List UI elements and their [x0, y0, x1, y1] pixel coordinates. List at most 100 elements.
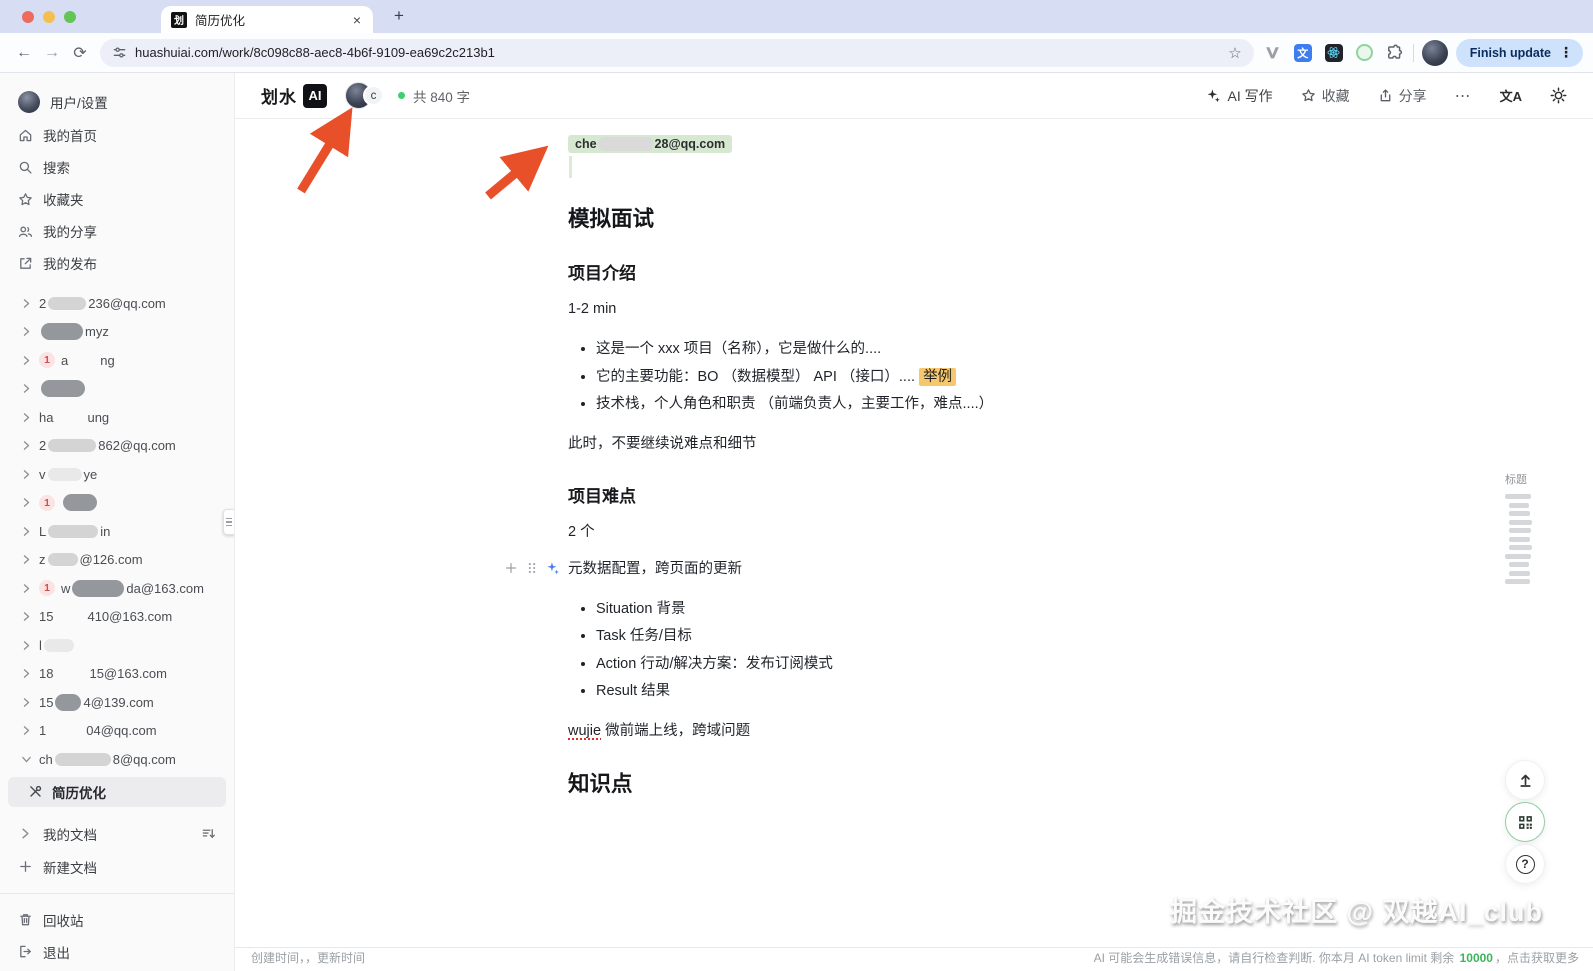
outline-bar[interactable] [1505, 494, 1531, 499]
doc-list-item[interactable]: l [0, 631, 234, 660]
back-icon[interactable]: ← [10, 39, 38, 67]
outline-bar[interactable] [1505, 579, 1530, 584]
translate-extension-icon[interactable]: 文 [1293, 43, 1312, 62]
finish-update-button[interactable]: Finish update ⋮ [1455, 38, 1583, 67]
doc-list-item[interactable]: Lin [0, 517, 234, 546]
doc-list-item[interactable]: ch 8@qq.com [0, 745, 234, 774]
close-window-button[interactable] [22, 11, 34, 23]
outline-bar[interactable] [1509, 511, 1530, 516]
minimize-window-button[interactable] [43, 11, 55, 23]
app-frame: 用户/设置 我的首页 搜索 收藏夹 我的分享 我的发布 2 236@qq.com myz 1 a… [0, 73, 1593, 971]
favorite-button[interactable]: 收藏 [1301, 86, 1350, 106]
toolbar-separator [1412, 43, 1414, 62]
outline-bar[interactable] [1509, 570, 1530, 576]
doc-list-item[interactable]: 1 a ng [0, 346, 234, 375]
new-tab-button[interactable]: + [387, 4, 411, 28]
doc-list-item[interactable]: myz [0, 318, 234, 347]
site-info-icon[interactable] [112, 45, 127, 60]
logout-label: 退出 [43, 945, 70, 961]
tab-close-icon[interactable]: × [351, 12, 363, 28]
sidebar-item-user-settings[interactable]: 用户/设置 [0, 85, 234, 119]
redaction [72, 579, 125, 597]
redaction [48, 724, 84, 737]
notice-text: AI 可能会生成错误信息，请自行检查判断. 你本月 AI token limit… [1093, 951, 1458, 965]
chevron-right-icon [20, 639, 33, 652]
redaction [41, 323, 83, 341]
sidebar-item-my-docs[interactable]: 我的文档 [0, 817, 234, 851]
outline-bar[interactable] [1509, 528, 1531, 533]
extension-icon[interactable] [1355, 44, 1373, 61]
ai-write-button[interactable]: AI 写作 [1206, 86, 1273, 106]
export-button[interactable] [1505, 760, 1545, 800]
sidebar-item-logout[interactable]: 退出 [0, 936, 234, 968]
sidebar-item-home[interactable]: 我的首页 [0, 119, 234, 151]
doc-bullet-item: Situation 背景 [596, 597, 995, 622]
outline-bar[interactable] [1505, 553, 1531, 559]
doc-bullet-item: 它的主要功能：BO （数据模型） API （接口）.... 举例 [596, 365, 995, 390]
redaction [597, 137, 654, 151]
doc-list-item[interactable]: 1 04@qq.com [0, 717, 234, 746]
doc-list-item-label: l [39, 638, 76, 653]
window-controls [0, 11, 76, 33]
outline-minimap[interactable]: 标题 [1505, 471, 1539, 588]
doc-list-item[interactable]: 2 862@qq.com [0, 432, 234, 461]
vue-devtools-icon[interactable] [1264, 44, 1281, 61]
extensions-puzzle-icon[interactable] [1386, 44, 1403, 61]
theme-sun-icon[interactable] [1550, 87, 1567, 104]
sidebar-resize-handle[interactable] [223, 509, 234, 535]
share-icon [1378, 88, 1393, 103]
doc-list-item[interactable]: 15 410@163.com [0, 603, 234, 632]
sidebar-item-favorites[interactable]: 收藏夹 [0, 183, 234, 215]
outline-bar[interactable] [1509, 536, 1530, 542]
doc-list-item[interactable]: 1 w da@163.com [0, 574, 234, 603]
doc-list-item[interactable]: v ye [0, 460, 234, 489]
doc-list-item[interactable]: 1 [0, 489, 234, 518]
doc-list-item[interactable]: 18 15@163.com [0, 660, 234, 689]
doc-list-item[interactable]: z @126.com [0, 546, 234, 575]
more-actions-icon[interactable]: ⋯ [1455, 86, 1472, 106]
chevron-right-icon [20, 610, 33, 623]
ai-sparkle-icon [546, 561, 560, 575]
sidebar-item-my-shares[interactable]: 我的分享 [0, 215, 234, 247]
sidebar-item-selected-doc[interactable]: 简历优化 [8, 776, 226, 807]
bookmark-icon[interactable]: ☆ [1228, 44, 1241, 62]
redaction [55, 610, 85, 623]
block-gutter-controls[interactable] [504, 561, 560, 575]
ai-token-notice[interactable]: AI 可能会生成错误信息，请自行检查判断. 你本月 AI token limit… [1094, 949, 1579, 966]
browser-profile-avatar[interactable] [1421, 39, 1448, 66]
maximize-window-button[interactable] [64, 11, 76, 23]
sidebar-item-my-posts[interactable]: 我的发布 [0, 247, 234, 279]
doc-paragraph: 元数据配置，跨页面的更新 [506, 558, 995, 581]
outline-bar[interactable] [1509, 502, 1529, 508]
qr-code-button[interactable] [1505, 802, 1545, 842]
document-editor[interactable]: che 28@qq.com 模拟面试项目介绍 1-2 min 这是一个 xxx 项目（… [235, 119, 995, 798]
doc-list-item[interactable]: 2 236@qq.com [0, 289, 234, 318]
doc-list-item[interactable]: 15 4@139.com [0, 688, 234, 717]
sort-icon[interactable] [201, 826, 216, 841]
browser-menu-icon[interactable]: ⋮ [1557, 44, 1575, 61]
redaction [43, 638, 74, 652]
outline-bar[interactable] [1509, 545, 1532, 550]
react-devtools-icon[interactable] [1324, 43, 1343, 62]
browser-tab[interactable]: 划 简历优化 × [161, 6, 373, 33]
help-button[interactable]: ? [1505, 844, 1545, 884]
outline-bar[interactable] [1509, 562, 1529, 567]
chevron-right-icon [20, 439, 33, 452]
outline-bar[interactable] [1509, 519, 1532, 525]
sidebar-item-new-doc[interactable]: 新建文档 [0, 851, 234, 883]
forward-icon[interactable]: → [38, 39, 66, 67]
share-button[interactable]: 分享 [1378, 86, 1427, 106]
sidebar-item-search[interactable]: 搜索 [0, 151, 234, 183]
word-count: 共 840 字 [413, 89, 471, 105]
browser-tab-strip: 划 简历优化 × + [0, 0, 1593, 33]
doc-list-item-label: 2 862@qq.com [39, 438, 176, 454]
doc-list-item[interactable]: ha ung [0, 403, 234, 432]
sidebar-divider [0, 892, 234, 894]
translate-icon[interactable]: 文A [1500, 86, 1522, 105]
reload-icon[interactable]: ⟳ [66, 39, 94, 67]
ai-sparkle-icon [1206, 88, 1221, 103]
url-bar[interactable]: huashuiai.com/work/8c098c88-aec8-4b6f-91… [100, 38, 1254, 67]
redaction [48, 439, 97, 453]
sidebar-item-trash[interactable]: 回收站 [0, 904, 234, 936]
doc-list-item[interactable] [0, 375, 234, 404]
